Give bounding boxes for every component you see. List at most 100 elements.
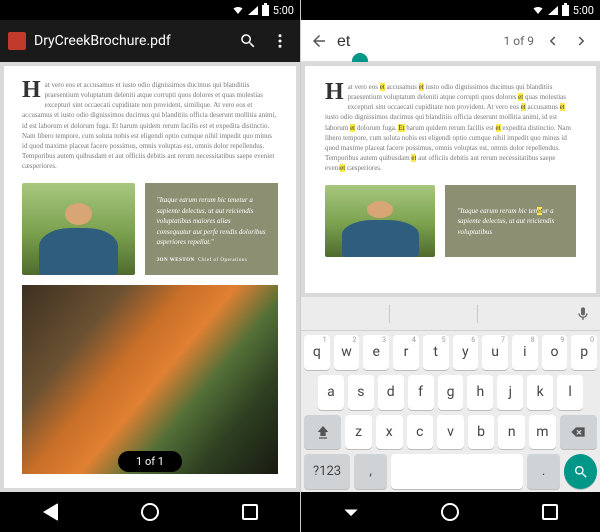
quote-text: "Itaque earum rerum hic tenetur a sapien… [157, 195, 266, 248]
search-result-count: 1 of 9 [504, 34, 534, 48]
key-v[interactable]: v [437, 415, 464, 450]
quote-box: "Itaque earum rerum hic tenetur a sapien… [145, 183, 278, 275]
shift-key[interactable] [304, 415, 341, 450]
key-k[interactable]: k [527, 375, 553, 410]
portrait-photo [325, 185, 435, 257]
search-back-button[interactable] [307, 29, 331, 53]
key-m[interactable]: m [529, 415, 556, 450]
highlight-match: et [560, 103, 565, 111]
key-s[interactable]: s [348, 375, 374, 410]
key-t[interactable]: t5 [423, 335, 449, 370]
recents-square-icon [242, 504, 258, 520]
clock: 5:00 [573, 4, 594, 17]
pdf-page: H at vero eos et accusamus et iusto odio… [305, 66, 596, 293]
backspace-key[interactable] [560, 415, 597, 450]
status-bar: 5:00 [0, 0, 300, 20]
key-hint: 0 [590, 336, 594, 344]
document-viewport[interactable]: H at vero eos et accusamus et iusto odio… [0, 62, 300, 492]
phone-left: 5:00 DryCreekBrochure.pdf H at vero eos … [0, 0, 300, 532]
overflow-button[interactable] [268, 29, 292, 53]
key-rows: q1w2e3r4t5y6u7i8o9p0 asdfghjkl zxcvbnm ?… [301, 331, 600, 492]
recents-nav[interactable] [239, 501, 261, 523]
backspace-icon [570, 424, 586, 440]
period-key[interactable]: . [527, 454, 560, 489]
back-nav[interactable] [39, 501, 61, 523]
key-j[interactable]: j [497, 375, 523, 410]
portrait-photo [22, 183, 135, 275]
key-a[interactable]: a [318, 375, 344, 410]
home-circle-icon [441, 503, 459, 521]
paragraph-text: harum quidem rerum facilis est [405, 124, 496, 132]
paragraph-text: accusamus [526, 103, 560, 111]
voice-input-button[interactable] [566, 306, 600, 322]
status-bar: 5:00 [301, 0, 600, 20]
key-row-2: asdfghjkl [304, 375, 597, 410]
key-w[interactable]: w2 [334, 335, 360, 370]
key-z[interactable]: z [345, 415, 372, 450]
key-hint: 4 [412, 336, 416, 344]
battery-icon [262, 5, 269, 16]
paragraph-text: at vero eos et accusamus et iusto odio d… [22, 81, 276, 170]
search-input[interactable] [337, 33, 498, 51]
back-nav[interactable] [340, 501, 362, 523]
recents-square-icon [542, 504, 558, 520]
key-hint: 8 [531, 336, 535, 344]
key-d[interactable]: d [378, 375, 404, 410]
mic-icon [575, 306, 591, 322]
quote-row: "Itaque earum rerum hic tenetur a sapien… [325, 185, 576, 257]
home-circle-icon [141, 503, 159, 521]
key-e[interactable]: e3 [363, 335, 389, 370]
search-enter-key[interactable] [564, 454, 597, 489]
quote-box: "Itaque earum rerum hic tenetur a sapien… [445, 185, 576, 257]
key-hint: 6 [471, 336, 475, 344]
key-f[interactable]: f [408, 375, 434, 410]
home-nav[interactable] [439, 501, 461, 523]
carrots-photo [22, 285, 278, 474]
wifi-icon [532, 4, 544, 16]
key-y[interactable]: y6 [453, 335, 479, 370]
arrow-back-icon [310, 32, 328, 50]
drop-cap: H [325, 82, 344, 104]
highlight-match: et [537, 207, 542, 215]
home-nav[interactable] [139, 501, 161, 523]
key-n[interactable]: n [498, 415, 525, 450]
search-bar: 1 of 9 [301, 20, 600, 62]
nav-bar [301, 492, 600, 532]
document-viewport[interactable]: H at vero eos et accusamus et iusto odio… [301, 62, 600, 297]
key-l[interactable]: l [557, 375, 583, 410]
key-c[interactable]: c [407, 415, 434, 450]
key-h[interactable]: h [467, 375, 493, 410]
phone-right: 5:00 1 of 9 H at vero eos et accusamus e… [300, 0, 600, 532]
key-hint: 9 [560, 336, 564, 344]
key-o[interactable]: o9 [542, 335, 568, 370]
app-bar: DryCreekBrochure.pdf [0, 20, 300, 62]
key-r[interactable]: r4 [393, 335, 419, 370]
key-row-1: q1w2e3r4t5y6u7i8o9p0 [304, 335, 597, 370]
search-icon [239, 32, 257, 50]
symbols-key[interactable]: ?123 [304, 454, 350, 489]
key-hint: 2 [352, 336, 356, 344]
key-u[interactable]: u7 [482, 335, 508, 370]
signal-icon [548, 6, 558, 15]
key-g[interactable]: g [438, 375, 464, 410]
chevron-right-icon [573, 32, 591, 50]
next-result-button[interactable] [570, 29, 594, 53]
recents-nav[interactable] [539, 501, 561, 523]
key-hint: 7 [501, 336, 505, 344]
key-row-4: ?123 , . [304, 454, 597, 489]
shift-icon [315, 424, 331, 440]
search-button[interactable] [236, 29, 260, 53]
key-p[interactable]: p0 [571, 335, 597, 370]
key-i[interactable]: i8 [512, 335, 538, 370]
pdf-page: H at vero eos et accusamus et iusto odio… [4, 66, 296, 488]
key-row-3: zxcvbnm [304, 415, 597, 450]
back-triangle-icon [43, 503, 58, 521]
prev-result-button[interactable] [540, 29, 564, 53]
paragraph-text: dolorum fuga. [355, 124, 398, 132]
comma-key[interactable]: , [354, 454, 387, 489]
space-key[interactable] [391, 454, 523, 489]
paragraph-text: cæsperiores. [345, 164, 382, 172]
key-x[interactable]: x [376, 415, 403, 450]
key-q[interactable]: q1 [304, 335, 330, 370]
key-b[interactable]: b [468, 415, 495, 450]
